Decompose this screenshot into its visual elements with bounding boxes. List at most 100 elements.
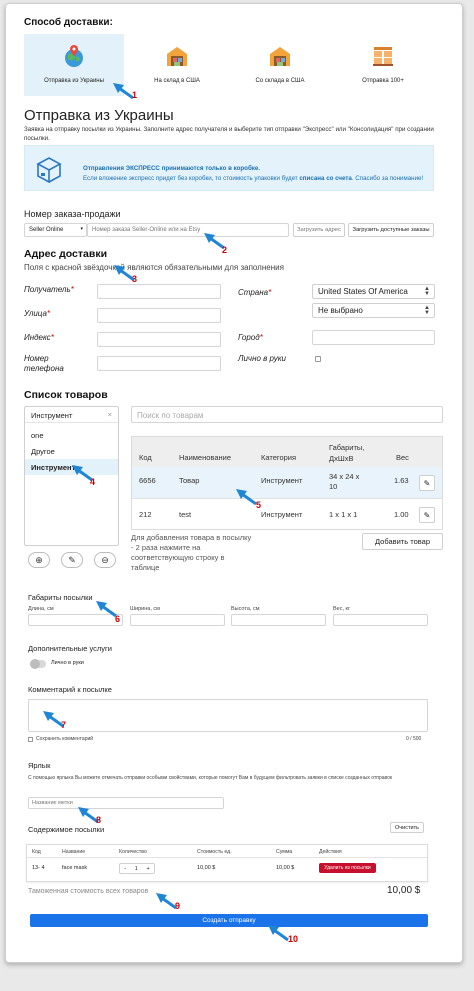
goods-table-header	[132, 437, 442, 467]
clear-contents-button[interactable]: Очистить	[390, 822, 424, 833]
add-goods-button[interactable]: Добавить товар	[362, 533, 443, 550]
phone-label: Номер телефона	[24, 354, 64, 373]
category-filter[interactable]: Инструмент ×	[25, 407, 118, 423]
banner-line-1: Отправления ЭКСПРЕСС принимаются только …	[83, 165, 261, 172]
cell-name: face mask	[62, 865, 88, 871]
category-item[interactable]: Другое	[25, 443, 118, 459]
chevron-updown-icon: ▲ ▼	[424, 286, 430, 297]
order-number-label: Номер заказа-продажи	[24, 209, 121, 219]
shipping-option-us-warehouse[interactable]: На склад в США	[127, 34, 227, 96]
shipping-option-label: Отправка 100+	[362, 78, 404, 84]
width-label: Ширина, см	[130, 606, 160, 612]
callout-number: 1	[132, 90, 138, 100]
create-shipment-button[interactable]: Создать отправку	[30, 914, 428, 927]
remove-from-parcel-button[interactable]: Удалить из посылки	[319, 863, 376, 873]
tag-input[interactable]: Название метки	[28, 797, 224, 809]
comment-heading: Комментарий к посылке	[28, 685, 112, 694]
comment-textarea[interactable]	[28, 699, 428, 732]
chevron-updown-icon: ▲ ▼	[424, 305, 430, 316]
personal-delivery-toggle-label: Лично в руки	[51, 660, 84, 666]
edit-row-button[interactable]: ✎	[419, 475, 435, 491]
label-text: Город	[238, 333, 260, 342]
personal-delivery-label: Лично в руки	[238, 354, 286, 363]
quantity-value: 1	[134, 865, 138, 872]
label-text: Улица	[24, 309, 47, 318]
column-header: Габариты, ДxШxВ	[329, 443, 365, 463]
remove-category-button[interactable]: ⊖	[94, 552, 116, 568]
tag-description: С помощью ярлыка Вы можете отмечать отпр…	[28, 775, 393, 781]
parcel-dims-heading: Габариты посылки	[28, 593, 93, 602]
quantity-stepper[interactable]: - 1 +	[119, 863, 155, 874]
country-label: Страна*	[238, 288, 271, 297]
express-info-banner: Отправления ЭКСПРЕСС принимаются только …	[24, 145, 434, 191]
callout-number: 4	[90, 477, 96, 487]
warehouse-icon	[167, 47, 187, 66]
category-item[interactable]: one	[25, 427, 118, 443]
edit-row-button[interactable]: ✎	[419, 507, 435, 523]
annotation-arrow-icon	[236, 489, 257, 506]
pencil-icon: ✎	[423, 510, 431, 520]
required-mark: *	[50, 333, 54, 342]
goods-search-input[interactable]: Поиск по товарам	[131, 406, 443, 423]
add-category-button[interactable]: ⊕	[28, 552, 50, 568]
personal-delivery-checkbox[interactable]	[315, 356, 321, 362]
category-filter-value: Инструмент	[31, 411, 73, 420]
banner-text: Если вложение экспресс придет без коробк…	[83, 175, 300, 182]
customs-value: 10,00 $	[387, 885, 421, 896]
order-source-select[interactable]: Seller Online ▾	[24, 223, 87, 237]
height-input[interactable]	[231, 614, 326, 626]
callout-number: 7	[61, 720, 67, 730]
cell-code: 6656	[139, 476, 156, 485]
annotation-arrow-icon	[268, 925, 289, 942]
contents-table: Код Название Количество Стоимость ед. Су…	[26, 844, 428, 882]
table-row[interactable]: 212 test Инструмент 1 x 1 x 1 1.00 ✎	[132, 499, 442, 529]
weight-input[interactable]	[333, 614, 428, 626]
zip-input[interactable]	[97, 332, 221, 347]
edit-category-button[interactable]: ✎	[61, 552, 83, 568]
save-comment-label: Сохранить комментарий	[36, 736, 94, 742]
cell-name: Товар	[179, 476, 200, 485]
add-goods-hint: Для добавления товара в посылку - 2 раза…	[131, 533, 252, 572]
zip-label: Индекс*	[24, 333, 54, 342]
load-address-button[interactable]: Загрузить адрес	[293, 223, 345, 237]
city-label: Город*	[238, 333, 263, 342]
country-select[interactable]: United States Of America ▲ ▼	[312, 284, 435, 299]
cell-weight: 1.63	[394, 476, 409, 485]
order-number-input[interactable]: Номер заказа Seller-Online или на Etsy	[87, 223, 289, 237]
plus-circle-icon: ⊕	[35, 554, 43, 565]
callout-number: 5	[256, 500, 262, 510]
recipient-input[interactable]	[97, 284, 221, 299]
cell-dims: 1 x 1 x 1	[329, 510, 358, 519]
load-available-orders-button[interactable]: Загрузить доступные заказы	[348, 223, 434, 237]
length-label: Длина, см	[28, 606, 54, 612]
shipping-option-ukraine[interactable]: Отправка из Украины	[24, 34, 124, 96]
extra-services-heading: Дополнительные услуги	[28, 644, 112, 653]
phone-input[interactable]	[97, 356, 221, 371]
goods-heading: Список товаров	[24, 389, 108, 401]
shipping-option-from-us-warehouse[interactable]: Со склада в США	[230, 34, 330, 96]
banner-text: . Спасибо за понимание!	[351, 175, 424, 182]
required-mark: *	[268, 288, 272, 297]
column-header: Категория	[261, 453, 297, 462]
shipping-option-100plus[interactable]: Отправка 100+	[333, 34, 433, 96]
pallet-boxes-icon	[373, 47, 393, 66]
state-select[interactable]: Не выбрано ▲ ▼	[312, 303, 435, 318]
table-row[interactable]: 6656 Товар Инструмент 34 x 24 x 10 1.63 …	[132, 467, 442, 499]
address-heading: Адрес доставки	[24, 248, 108, 260]
clear-icon[interactable]: ×	[108, 410, 112, 419]
plus-button[interactable]: +	[146, 866, 149, 872]
city-input[interactable]	[312, 330, 435, 345]
street-input[interactable]	[97, 308, 221, 323]
callout-number: 6	[115, 614, 121, 624]
height-label: Высота, см	[231, 606, 260, 612]
pencil-icon: ✎	[423, 478, 431, 488]
width-input[interactable]	[130, 614, 225, 626]
required-hint: Поля с красной звёздочкой являются обяза…	[24, 263, 284, 272]
globe-pin-icon	[65, 45, 83, 67]
country-value: United States Of America	[318, 287, 408, 296]
minus-button[interactable]: -	[124, 866, 126, 872]
label-text: Получатель	[24, 285, 71, 294]
personal-delivery-toggle[interactable]	[30, 659, 46, 669]
save-comment-checkbox[interactable]	[28, 737, 33, 742]
callout-number: 9	[175, 901, 181, 911]
